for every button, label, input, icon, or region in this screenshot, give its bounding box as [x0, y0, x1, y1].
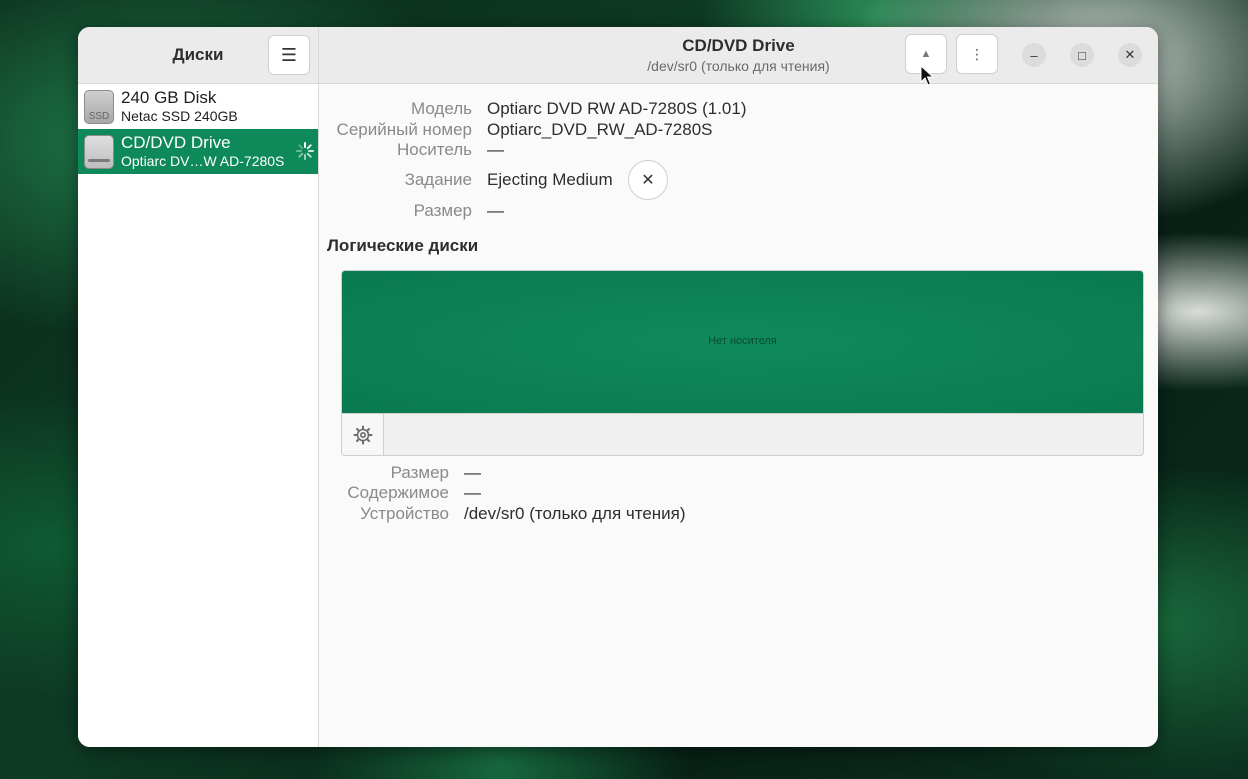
- no-media-text: Нет носителя: [708, 335, 777, 347]
- drive-menu-button[interactable]: ⋮: [956, 34, 998, 74]
- header-bar: CD/DVD Drive /dev/sr0 (только для чтения…: [319, 27, 1158, 86]
- media-label: Носитель: [397, 140, 472, 159]
- minimize-icon: –: [1030, 47, 1038, 63]
- busy-spinner-icon: [296, 142, 314, 160]
- disk-list-item-ssd[interactable]: SSD 240 GB Disk Netac SSD 240GB: [78, 84, 318, 129]
- sidebar: Диски ☰ SSD 240 GB Disk Netac SSD 240GB …: [78, 27, 319, 747]
- volume-map: Нет носителя: [341, 270, 1144, 456]
- main-pane: CD/DVD Drive /dev/sr0 (только для чтения…: [319, 27, 1158, 747]
- close-icon: ✕: [641, 172, 655, 189]
- volume-block-no-media[interactable]: Нет носителя: [342, 271, 1143, 413]
- size-value: —: [487, 201, 504, 220]
- volume-contents-label: Содержимое: [347, 483, 449, 502]
- disk-model: Netac SSD 240GB: [121, 108, 238, 124]
- volume-size-label: Размер: [390, 463, 449, 482]
- volume-toolbar: [342, 413, 1143, 455]
- serial-label: Серийный номер: [336, 120, 472, 139]
- volume-size-value: —: [464, 463, 481, 482]
- disk-name: CD/DVD Drive: [121, 133, 231, 152]
- disk-name: 240 GB Disk: [121, 88, 217, 107]
- disks-window: Диски ☰ SSD 240 GB Disk Netac SSD 240GB …: [78, 27, 1158, 747]
- model-value: Optiarc DVD RW AD-7280S (1.01): [487, 99, 747, 118]
- hamburger-icon: ☰: [280, 44, 298, 65]
- maximize-icon: □: [1078, 47, 1086, 63]
- volumes-section-title: Логические диски: [327, 236, 479, 255]
- size-label: Размер: [413, 201, 472, 220]
- volume-contents-value: —: [464, 483, 481, 502]
- job-value: Ejecting Medium: [487, 170, 613, 189]
- cancel-job-button[interactable]: ✕: [628, 160, 668, 200]
- ssd-icon-label: SSD: [88, 111, 110, 122]
- volume-device-label: Устройство: [360, 504, 449, 523]
- eject-icon: ▲: [920, 48, 932, 60]
- volume-device-value: /dev/sr0 (только для чтения): [464, 504, 686, 523]
- ssd-drive-icon: SSD: [84, 90, 114, 124]
- serial-value: Optiarc_DVD_RW_AD-7280S: [487, 120, 713, 139]
- more-vertical-icon: ⋮: [970, 45, 984, 62]
- optical-drive-icon: [84, 135, 114, 169]
- minimize-button[interactable]: –: [1022, 43, 1046, 67]
- disk-model: Optiarc DV…W AD-7280S: [121, 153, 285, 169]
- media-value: —: [487, 140, 504, 159]
- mouse-pointer-icon: [920, 65, 934, 86]
- disk-list-item-cdrom[interactable]: CD/DVD Drive Optiarc DV…W AD-7280S: [78, 129, 318, 174]
- sidebar-header: Диски ☰: [78, 27, 318, 84]
- close-icon: ✕: [1124, 47, 1136, 62]
- volume-settings-button[interactable]: [342, 414, 384, 455]
- maximize-button[interactable]: □: [1070, 43, 1094, 67]
- model-label: Модель: [410, 99, 472, 118]
- close-button[interactable]: ✕: [1118, 43, 1142, 67]
- gear-icon: [353, 425, 372, 444]
- job-label: Задание: [404, 170, 472, 189]
- main-menu-button[interactable]: ☰: [268, 35, 310, 75]
